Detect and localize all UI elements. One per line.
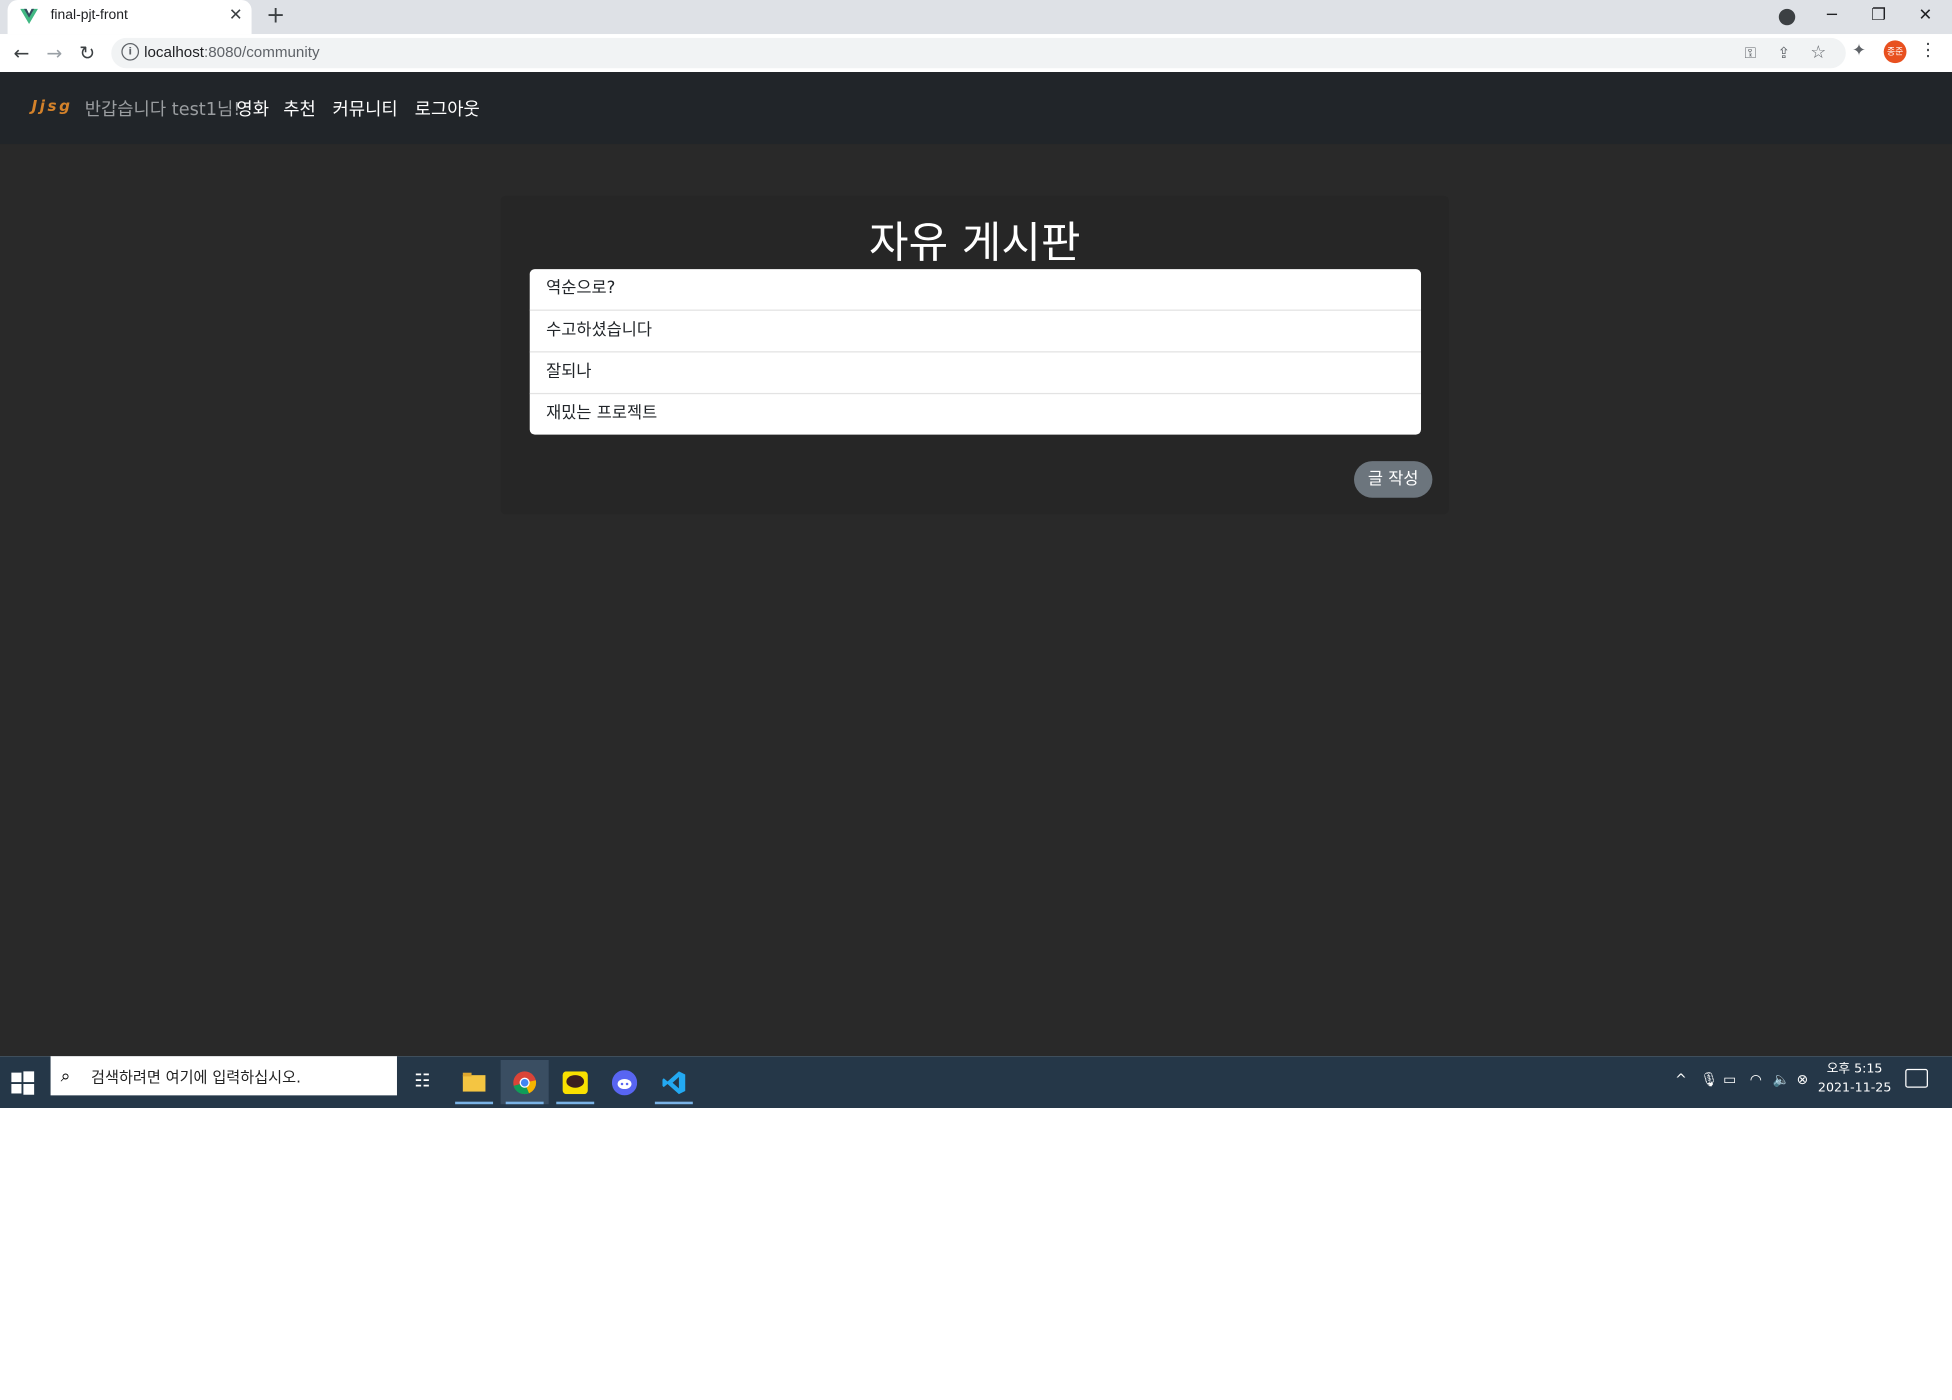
brand-logo[interactable]: Jjsg — [32, 97, 73, 115]
reload-icon[interactable]: ↻ — [75, 40, 100, 65]
taskbar: ⌕ 검색하려면 여기에 입력하십시오. ☷ ^ 🎙 ▭ ◠ 🔈 ⊗ 오후 5:1… — [0, 1056, 1952, 1108]
windows-start-icon[interactable] — [10, 1070, 35, 1095]
task-view-icon[interactable]: ☷ — [398, 1060, 446, 1104]
browser-toolbar: ← → ↻ i localhost:8080/community ⚿ ⇪ ☆ ✦… — [0, 34, 1952, 74]
board-card: 자유 게시판 역순으로? 수고하셨습니다 잘되나 재밌는 프로젝트 글 작성 — [500, 195, 1449, 515]
list-item[interactable]: 역순으로? — [529, 269, 1422, 311]
profile-avatar[interactable]: 종준 — [1883, 40, 1907, 64]
tray-chevron-up-icon[interactable]: ^ — [1675, 1071, 1687, 1089]
list-item[interactable]: 잘되나 — [529, 352, 1422, 395]
restore-icon[interactable]: ❐ — [1865, 4, 1893, 29]
address-bar[interactable]: i localhost:8080/community ⚿ ⇪ ☆ — [111, 37, 1846, 69]
discord-icon[interactable] — [601, 1060, 649, 1104]
taskbar-clock[interactable]: 오후 5:15 2021-11-25 — [1815, 1060, 1893, 1098]
microphone-icon[interactable]: 🎙 — [1700, 1071, 1718, 1089]
vue-logo-icon — [20, 8, 38, 25]
page-title: 자유 게시판 — [869, 218, 1081, 270]
volume-icon[interactable]: 🔈 — [1772, 1071, 1789, 1089]
status-x-icon[interactable]: ⊗ — [1796, 1071, 1808, 1089]
search-icon: ⌕ — [60, 1066, 71, 1087]
write-post-button[interactable]: 글 작성 — [1354, 461, 1433, 498]
tab-strip: final-pjt-front ✕ + ─ ❐ ✕ — [0, 0, 1952, 35]
star-icon[interactable]: ☆ — [1810, 43, 1826, 63]
site-navbar: Jjsg 반갑습니다 test1님! 영화 추천 커뮤니티 로그아웃 — [0, 72, 1952, 145]
forward-icon[interactable]: → — [42, 40, 67, 65]
taskbar-search-input[interactable]: ⌕ 검색하려면 여기에 입력하십시오. — [50, 1056, 397, 1096]
url-text[interactable]: localhost:8080/community — [144, 43, 319, 61]
new-tab-button[interactable]: + — [263, 3, 288, 29]
greeting-text: 반갑습니다 test1님! — [84, 99, 241, 121]
file-explorer-icon[interactable] — [450, 1060, 498, 1105]
wifi-icon[interactable]: ◠ — [1750, 1071, 1762, 1089]
browser-tab[interactable]: final-pjt-front ✕ — [7, 0, 252, 35]
close-tab-icon[interactable]: ✕ — [229, 5, 243, 28]
vscode-icon[interactable] — [650, 1060, 698, 1105]
battery-icon[interactable]: ▭ — [1723, 1071, 1736, 1089]
nav-link-recommend[interactable]: 추천 — [283, 96, 316, 121]
search-placeholder: 검색하려면 여기에 입력하십시오. — [91, 1068, 301, 1087]
tab-title: final-pjt-front — [50, 7, 128, 23]
key-icon[interactable]: ⚿ — [1745, 43, 1757, 63]
clock-time: 오후 5:15 — [1826, 1062, 1883, 1077]
site-info-icon[interactable]: i — [121, 42, 140, 61]
extensions-icon[interactable]: ✦ — [1852, 42, 1866, 61]
nav-link-movies[interactable]: 영화 — [236, 96, 269, 121]
clock-date: 2021-11-25 — [1817, 1081, 1892, 1096]
back-icon[interactable]: ← — [9, 40, 34, 65]
window-close-icon[interactable]: ✕ — [1912, 4, 1940, 29]
nav-link-community[interactable]: 커뮤니티 — [332, 96, 397, 121]
nav-link-logout[interactable]: 로그아웃 — [415, 96, 480, 121]
notification-icon[interactable] — [1905, 1068, 1928, 1088]
kakaotalk-icon[interactable] — [551, 1060, 599, 1105]
tab-search-icon[interactable] — [1778, 8, 1796, 26]
page-content: Jjsg 반갑습니다 test1님! 영화 추천 커뮤니티 로그아웃 자유 게시… — [0, 72, 1952, 1057]
list-item[interactable]: 수고하셨습니다 — [529, 311, 1422, 353]
share-icon[interactable]: ⇪ — [1778, 43, 1791, 63]
list-item[interactable]: 재밌는 프로젝트 — [530, 394, 1421, 434]
more-menu-icon[interactable]: ⋮ — [1919, 40, 1937, 60]
post-list: 역순으로? 수고하셨습니다 잘되나 재밌는 프로젝트 — [529, 269, 1422, 435]
minimize-icon[interactable]: ─ — [1818, 4, 1846, 29]
chrome-icon[interactable] — [500, 1059, 549, 1105]
